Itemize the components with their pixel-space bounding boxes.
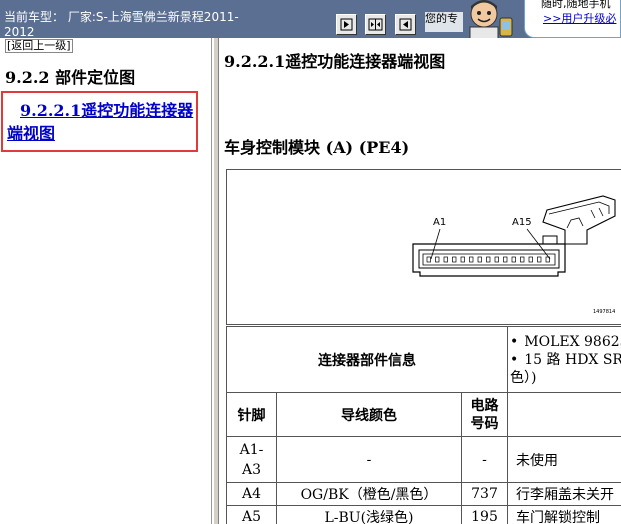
expand-right-button[interactable] bbox=[395, 14, 416, 35]
connector-info-row: 连接器部件信息 MOLEX 98625-2001 15 路 HDX SR Mod… bbox=[226, 326, 621, 393]
navigation-pane: [返回上一级] 9.2.2 部件定位图 9.2.2.1遥控功能连接器端视图 bbox=[0, 38, 212, 524]
module-title: 车身控制模块 (A) (PE4) bbox=[224, 138, 410, 157]
section-title: 9.2.2 部件定位图 bbox=[5, 68, 136, 87]
pin-table: 连接器部件信息 MOLEX 98625-2001 15 路 HDX SR Mod… bbox=[226, 326, 621, 524]
pin-slot bbox=[426, 256, 431, 263]
pin-slot bbox=[452, 256, 457, 263]
wire-color-cell: L-BU(浅绿色) bbox=[276, 505, 462, 524]
wire-color-cell: OG/BK（橙色/黑色） bbox=[276, 482, 462, 506]
expand-left-icon bbox=[340, 18, 353, 31]
wire-color-cell: - bbox=[276, 436, 462, 483]
pin-cell: A1-A3 bbox=[226, 436, 277, 483]
table-row: A5 L-BU(浅绿色) 195 车门解锁控制 bbox=[226, 505, 621, 524]
function-cell: 未使用 bbox=[507, 436, 621, 483]
connector-diagram: A1 A15 1497814 bbox=[226, 169, 621, 325]
pin-label-a1: A1 bbox=[433, 217, 446, 228]
pin-slot bbox=[486, 256, 491, 263]
pin-label-a15: A15 bbox=[512, 217, 532, 228]
upgrade-link[interactable]: >>用户升级必 bbox=[543, 12, 620, 25]
header-pin: 针脚 bbox=[226, 392, 277, 437]
pin-slot bbox=[435, 256, 440, 263]
pin-slot bbox=[520, 256, 525, 263]
header-function bbox=[507, 392, 621, 437]
nav-item-remote-connector-view[interactable]: 9.2.2.1遥控功能连接器端视图 bbox=[7, 99, 197, 145]
promo-line: 随时,随地手机 bbox=[541, 0, 611, 10]
circuit-cell: - bbox=[461, 436, 508, 483]
mascot-icon bbox=[469, 0, 513, 38]
connector-info-item: 15 路 HDX SR Mod F bbox=[510, 351, 621, 369]
pin-row bbox=[426, 256, 550, 263]
pin-slot bbox=[511, 256, 516, 263]
table-row: A4 OG/BK（橙色/黑色） 737 行李厢盖未关开 bbox=[226, 482, 621, 506]
expand-left-button[interactable] bbox=[336, 14, 357, 35]
active-item-highlight: 9.2.2.1遥控功能连接器端视图 bbox=[1, 91, 198, 152]
top-bar: 当前车型： 厂家:S-上海雪佛兰新景程2011-2012 您的专 随时,随地手机… bbox=[0, 0, 621, 38]
pin-slot bbox=[477, 256, 482, 263]
function-cell: 车门解锁控制 bbox=[507, 505, 621, 524]
connector-info-label: 连接器部件信息 bbox=[226, 326, 508, 393]
pin-slot bbox=[528, 256, 533, 263]
header-circuit-number: 电路 号码 bbox=[461, 392, 508, 437]
doc-title: 9.2.2.1遥控功能连接器端视图 bbox=[224, 52, 446, 71]
pin-slot bbox=[460, 256, 465, 263]
pin-slot bbox=[494, 256, 499, 263]
pin-slot bbox=[443, 256, 448, 263]
connector-end-view-drawing: A1 A15 1497814 bbox=[412, 195, 616, 315]
circuit-cell: 737 bbox=[461, 482, 508, 506]
split-view-icon bbox=[368, 18, 383, 31]
current-car-model: 当前车型： 厂家:S-上海雪佛兰新景程2011-2012 bbox=[4, 10, 239, 38]
promo-banner: 随时,随地手机 >>用户升级必 bbox=[524, 0, 621, 38]
figure-id: 1497814 bbox=[593, 309, 615, 315]
pin-slot bbox=[503, 256, 508, 263]
circuit-cell: 195 bbox=[461, 505, 508, 524]
connector-info-item: MOLEX 98625-2001 bbox=[510, 333, 621, 351]
split-view-button[interactable] bbox=[365, 14, 386, 35]
connector-info-tail: 色）) bbox=[510, 369, 537, 386]
expand-right-icon bbox=[399, 18, 412, 31]
back-link[interactable]: [返回上一级] bbox=[5, 39, 73, 53]
table-header-row: 针脚 导线颜色 电路 号码 bbox=[226, 392, 621, 437]
pin-slot bbox=[469, 256, 474, 263]
content-pane: 9.2.2.1遥控功能连接器端视图 车身控制模块 (A) (PE4) A1 A1… bbox=[219, 38, 621, 524]
table-row: A1-A3 - - 未使用 bbox=[226, 436, 621, 483]
pin-slot bbox=[537, 256, 542, 263]
connector-info-cell: MOLEX 98625-2001 15 路 HDX SR Mod F 色）) bbox=[507, 326, 621, 393]
function-cell: 行李厢盖未关开 bbox=[507, 482, 621, 506]
header-wire-color: 导线颜色 bbox=[276, 392, 462, 437]
connector-info-list: MOLEX 98625-2001 15 路 HDX SR Mod F bbox=[508, 333, 621, 369]
pin-cell: A4 bbox=[226, 482, 277, 506]
pin-cell: A5 bbox=[226, 505, 277, 524]
